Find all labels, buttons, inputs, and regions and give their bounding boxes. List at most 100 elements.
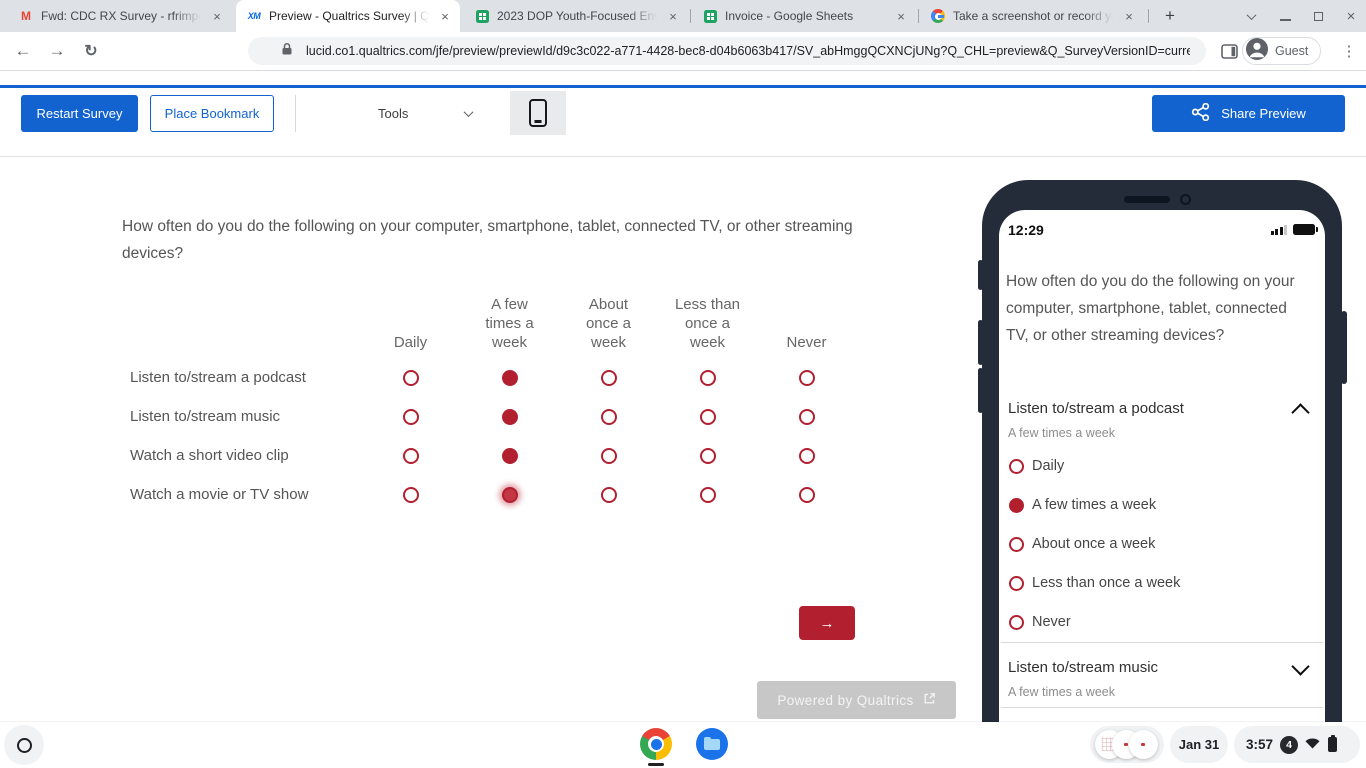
matrix-radio[interactable] bbox=[559, 436, 658, 475]
divider bbox=[1001, 642, 1323, 643]
matrix-radio[interactable] bbox=[559, 475, 658, 514]
phone-option-few-times[interactable]: A few times a week bbox=[1009, 494, 1156, 516]
browser-menu-icon[interactable]: ⋮ bbox=[1336, 36, 1362, 66]
smartphone-icon bbox=[529, 99, 547, 127]
powered-by-qualtrics-badge[interactable]: Powered by Qualtrics bbox=[757, 681, 956, 719]
tab-separator bbox=[1148, 9, 1149, 23]
address-bar[interactable]: lucid.co1.qualtrics.com/jfe/preview/prev… bbox=[248, 37, 1206, 65]
share-preview-button[interactable]: Share Preview bbox=[1152, 95, 1345, 132]
close-tab-icon[interactable]: × bbox=[436, 7, 454, 25]
wifi-icon bbox=[1305, 737, 1320, 752]
chevron-up-icon[interactable] bbox=[1291, 403, 1309, 421]
matrix-radio[interactable] bbox=[658, 436, 757, 475]
external-link-icon bbox=[923, 692, 936, 708]
matrix-radio[interactable] bbox=[559, 358, 658, 397]
notification-tray[interactable] bbox=[1090, 726, 1164, 763]
tabstrip-chevron-down-icon[interactable] bbox=[1236, 0, 1266, 32]
row-label: Listen to/stream music bbox=[124, 397, 361, 436]
matrix-radio[interactable] bbox=[757, 475, 856, 514]
phone-power-button bbox=[1341, 311, 1347, 384]
phone-option-less-once[interactable]: Less than once a week bbox=[1009, 572, 1180, 594]
phone-status-time: 12:29 bbox=[1008, 222, 1044, 238]
notification-count-badge: 4 bbox=[1280, 736, 1298, 754]
mobile-view-toggle[interactable] bbox=[510, 91, 566, 135]
matrix-radio[interactable] bbox=[361, 475, 460, 514]
matrix-radio[interactable] bbox=[361, 436, 460, 475]
tab-google-search[interactable]: Take a screenshot or record yo × bbox=[920, 0, 1144, 32]
window-restore-button[interactable] bbox=[1303, 0, 1333, 32]
restart-survey-button[interactable]: Restart Survey bbox=[21, 95, 138, 132]
radio-icon bbox=[1009, 459, 1024, 474]
new-tab-button[interactable]: + bbox=[1158, 4, 1182, 28]
close-tab-icon[interactable]: × bbox=[208, 7, 226, 25]
signal-bars-icon bbox=[1271, 225, 1288, 235]
preview-header-divider bbox=[0, 156, 1366, 157]
matrix-radio[interactable] bbox=[559, 397, 658, 436]
column-header: Less than once a week bbox=[658, 290, 757, 358]
matrix-radio[interactable] bbox=[460, 358, 559, 397]
matrix-radio[interactable] bbox=[757, 397, 856, 436]
forward-button[interactable]: → bbox=[40, 32, 74, 70]
phone-option-once-week[interactable]: About once a week bbox=[1009, 533, 1155, 555]
close-tab-icon[interactable]: × bbox=[1120, 7, 1138, 25]
phone-speaker bbox=[1124, 196, 1170, 203]
date-pill[interactable]: Jan 31 bbox=[1170, 726, 1228, 763]
chevron-down-icon[interactable] bbox=[1291, 657, 1309, 675]
google-sheets-icon bbox=[702, 8, 718, 24]
tab-title: Fwd: CDC RX Survey - rfrimpor bbox=[41, 9, 201, 23]
gmail-icon: M bbox=[18, 8, 34, 24]
radio-icon bbox=[1009, 615, 1024, 630]
phone-option-never[interactable]: Never bbox=[1009, 611, 1071, 633]
launcher-button[interactable] bbox=[4, 725, 44, 765]
matrix-radio[interactable] bbox=[658, 397, 757, 436]
place-bookmark-button[interactable]: Place Bookmark bbox=[150, 95, 274, 132]
accordion-title-music[interactable]: Listen to/stream music bbox=[1008, 659, 1158, 676]
row-label: Listen to/stream a podcast bbox=[124, 358, 361, 397]
status-tray[interactable]: 3:57 4 bbox=[1234, 726, 1360, 763]
phone-side-button bbox=[978, 260, 983, 290]
chromeos-shelf: Jan 31 3:57 4 bbox=[0, 722, 1366, 768]
phone-camera bbox=[1180, 194, 1191, 205]
window-close-button[interactable]: × bbox=[1336, 0, 1366, 32]
files-app-icon[interactable] bbox=[696, 728, 728, 760]
tab-separator bbox=[690, 9, 691, 23]
chrome-icon[interactable] bbox=[640, 728, 672, 760]
accordion-title-podcast[interactable]: Listen to/stream a podcast bbox=[1008, 400, 1184, 417]
accordion-value: A few times a week bbox=[1008, 426, 1115, 440]
phone-status-icons bbox=[1271, 224, 1316, 235]
tab-strip: M Fwd: CDC RX Survey - rfrimpor × XM Pre… bbox=[0, 0, 1366, 32]
profile-chip[interactable]: Guest bbox=[1242, 37, 1321, 65]
back-button[interactable]: ← bbox=[6, 32, 40, 70]
notification-icon bbox=[1129, 730, 1158, 759]
matrix-radio[interactable] bbox=[460, 397, 559, 436]
tab-qualtrics-preview[interactable]: XM Preview - Qualtrics Survey | Qu × bbox=[236, 0, 460, 32]
tab-sheets-dop[interactable]: 2023 DOP Youth-Focused Env × bbox=[464, 0, 688, 32]
radio-icon bbox=[1009, 498, 1024, 513]
phone-volume-down-button bbox=[978, 368, 983, 413]
launcher-icon bbox=[17, 738, 32, 753]
tools-dropdown[interactable]: Tools bbox=[360, 95, 482, 132]
matrix-radio[interactable] bbox=[361, 397, 460, 436]
next-button[interactable]: → bbox=[799, 606, 855, 640]
tab-gmail[interactable]: M Fwd: CDC RX Survey - rfrimpor × bbox=[8, 0, 232, 32]
url-text: lucid.co1.qualtrics.com/jfe/preview/prev… bbox=[306, 44, 1190, 58]
phone-screen: 12:29 How often do you do the following … bbox=[999, 210, 1325, 722]
side-panel-icon[interactable] bbox=[1216, 38, 1242, 64]
matrix-radio[interactable] bbox=[361, 358, 460, 397]
tab-sheets-invoice[interactable]: Invoice - Google Sheets × bbox=[692, 0, 916, 32]
phone-option-daily[interactable]: Daily bbox=[1009, 455, 1064, 477]
close-tab-icon[interactable]: × bbox=[664, 7, 682, 25]
matrix-radio[interactable] bbox=[460, 475, 559, 514]
matrix-radio[interactable] bbox=[757, 358, 856, 397]
matrix-corner bbox=[124, 290, 361, 358]
matrix-radio[interactable] bbox=[757, 436, 856, 475]
matrix-radio[interactable] bbox=[658, 475, 757, 514]
matrix-radio[interactable] bbox=[658, 358, 757, 397]
row-label: Watch a short video clip bbox=[124, 436, 361, 475]
matrix-radio[interactable] bbox=[460, 436, 559, 475]
window-minimize-button[interactable] bbox=[1270, 0, 1300, 32]
close-tab-icon[interactable]: × bbox=[892, 7, 910, 25]
preview-accent-line bbox=[0, 85, 1366, 88]
reload-button[interactable]: ↻ bbox=[74, 32, 108, 70]
qualtrics-xm-icon: XM bbox=[246, 8, 262, 24]
